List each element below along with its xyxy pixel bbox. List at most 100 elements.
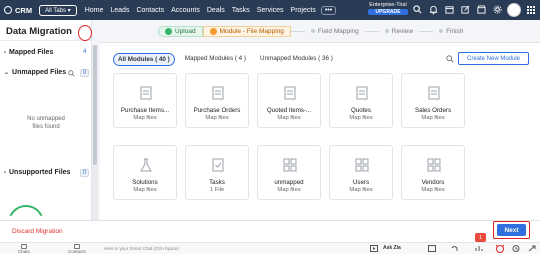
tab-mapped-modules[interactable]: Mapped Modules ( 4 ) xyxy=(181,53,250,66)
module-blocks-icon xyxy=(355,158,369,172)
module-search-icon[interactable] xyxy=(446,55,454,63)
trial-info: Enterprise-Trial UPGRADE xyxy=(368,2,408,15)
module-name: Quotes xyxy=(351,107,371,114)
module-name: unmapped xyxy=(274,179,304,186)
module-card-quotes[interactable]: Quotes Map files xyxy=(329,73,393,128)
module-card-solutions[interactable]: Solutions Map files xyxy=(113,145,177,200)
document-icon xyxy=(356,86,368,100)
search-icon[interactable] xyxy=(68,70,75,77)
tab-all-modules[interactable]: All Modules ( 40 ) xyxy=(113,53,175,66)
contacts-shortcut[interactable]: Contacts xyxy=(68,244,86,254)
flask-icon xyxy=(140,158,152,172)
all-tabs-dropdown[interactable]: All Tabs ▾ xyxy=(39,4,77,16)
step-field-label: Field Mapping xyxy=(317,27,359,35)
undo-icon[interactable] xyxy=(450,245,458,252)
step-dot-icon xyxy=(310,29,315,33)
step-review-label: Review xyxy=(391,27,414,35)
nav-item-projects[interactable]: Projects xyxy=(291,7,316,14)
create-new-module-button[interactable]: Create New Module xyxy=(458,52,529,65)
module-status: Map files xyxy=(349,115,373,121)
search-icon[interactable] xyxy=(412,4,422,15)
module-card-quoted-items[interactable]: Quoted Items-... Map files xyxy=(257,73,321,128)
mapped-files-toggle[interactable]: › Mapped Files xyxy=(4,49,53,56)
module-card-tasks[interactable]: Tasks 1 File xyxy=(185,145,249,200)
step-separator xyxy=(364,30,379,32)
module-card-users[interactable]: Users Map files xyxy=(329,145,393,200)
nav-item-services[interactable]: Services xyxy=(257,7,284,14)
more-tabs-button[interactable]: ••• xyxy=(320,5,337,15)
module-blocks-icon xyxy=(427,158,441,172)
mapped-files-label: Mapped Files xyxy=(9,49,54,56)
left-scrollbar-thumb[interactable] xyxy=(93,45,97,165)
module-name: Purchase Items... xyxy=(120,107,170,114)
upgrade-button[interactable]: UPGRADE xyxy=(368,9,408,15)
next-button[interactable]: Next xyxy=(497,224,526,236)
nav-item-tasks[interactable]: Tasks xyxy=(232,7,250,14)
step-module-file-mapping[interactable]: Module - File Mapping xyxy=(202,25,291,37)
window-icon[interactable] xyxy=(428,245,436,252)
bottom-bar: Chats Contacts Here is your Smart Chat (… xyxy=(0,233,540,254)
store-icon[interactable] xyxy=(476,4,486,15)
crm-logo[interactable]: CRM xyxy=(4,6,32,15)
footer-bar: Discard Migration Next xyxy=(0,220,540,242)
module-name: Purchase Orders xyxy=(193,107,241,114)
nav-item-accounts[interactable]: Accounts xyxy=(171,7,200,14)
module-status: Map files xyxy=(349,187,373,193)
smart-chat-input[interactable]: Here is your Smart Chat (Ctrl+Space) xyxy=(104,246,179,251)
step-upload[interactable]: Upload xyxy=(158,25,203,37)
nav-item-leads[interactable]: Leads xyxy=(110,7,129,14)
unsupported-files-label: Unsupported Files xyxy=(9,169,71,176)
gear-icon[interactable] xyxy=(492,4,502,15)
calendar-icon[interactable] xyxy=(444,4,454,15)
document-icon xyxy=(284,86,296,100)
compose-icon[interactable] xyxy=(460,4,470,15)
step-finish-label: Finish xyxy=(446,27,464,35)
chats-shortcut[interactable]: Chats xyxy=(18,244,30,254)
module-status: Map files xyxy=(277,187,301,193)
chart-icon[interactable] xyxy=(475,245,483,252)
mapped-files-count: 4 xyxy=(83,49,87,55)
notification-badge: 1 xyxy=(475,233,486,242)
crm-logo-text: CRM xyxy=(15,5,33,15)
module-card-sales-orders[interactable]: Sales Orders Map files xyxy=(401,73,465,128)
nav-item-home[interactable]: Home xyxy=(85,7,104,14)
module-status: Map files xyxy=(277,115,301,121)
trial-label: Enterprise-Trial xyxy=(369,2,407,8)
avatar[interactable] xyxy=(507,3,521,17)
module-name: Sales Orders xyxy=(414,107,452,114)
unsupported-files-toggle[interactable]: › Unsupported Files xyxy=(4,169,70,176)
nav-item-contacts[interactable]: Contacts xyxy=(136,7,164,14)
media-icon[interactable] xyxy=(370,245,378,252)
module-name: Users xyxy=(352,179,370,186)
chats-label: Chats xyxy=(18,249,30,254)
step-separator xyxy=(419,30,434,32)
module-name: Tasks xyxy=(209,179,225,186)
ask-zia-button[interactable]: Ask Zia xyxy=(383,245,401,251)
module-name: Vendors xyxy=(421,179,445,186)
module-status: Map files xyxy=(133,187,157,193)
module-card-purchase-items[interactable]: Purchase Items... Map files xyxy=(113,73,177,128)
bell-icon[interactable] xyxy=(428,4,438,15)
tab-unmapped-modules[interactable]: Unmapped Modules ( 36 ) xyxy=(256,53,337,66)
discard-migration-link[interactable]: Discard Migration xyxy=(12,228,63,235)
expand-icon[interactable] xyxy=(528,245,536,252)
history-icon[interactable] xyxy=(512,245,520,252)
chevron-down-icon: ⌄ xyxy=(4,70,10,76)
unmapped-files-label: Unmapped Files xyxy=(12,69,67,76)
module-status: Map files xyxy=(421,187,445,193)
module-card-purchase-orders[interactable]: Purchase Orders Map files xyxy=(185,73,249,128)
module-card-vendors[interactable]: Vendors Map files xyxy=(401,145,465,200)
step-module-label: Module - File Mapping xyxy=(219,27,284,35)
module-card-unmapped[interactable]: unmapped Map files xyxy=(257,145,321,200)
unsupported-files-count: 0 xyxy=(80,169,90,177)
module-name: Solutions xyxy=(132,179,158,186)
unmapped-files-toggle[interactable]: ⌄ Unmapped Files xyxy=(4,69,66,76)
module-name: Quoted Items-... xyxy=(266,107,312,114)
step-separator xyxy=(290,30,305,32)
step-finish: Finish xyxy=(433,26,469,37)
top-navigation-bar: CRM All Tabs ▾ Home Leads Contacts Accou… xyxy=(0,0,540,20)
app-grid-icon[interactable] xyxy=(527,6,535,14)
alarm-icon[interactable] xyxy=(495,244,505,253)
nav-item-deals[interactable]: Deals xyxy=(207,7,225,14)
module-status: Map files xyxy=(205,115,229,121)
